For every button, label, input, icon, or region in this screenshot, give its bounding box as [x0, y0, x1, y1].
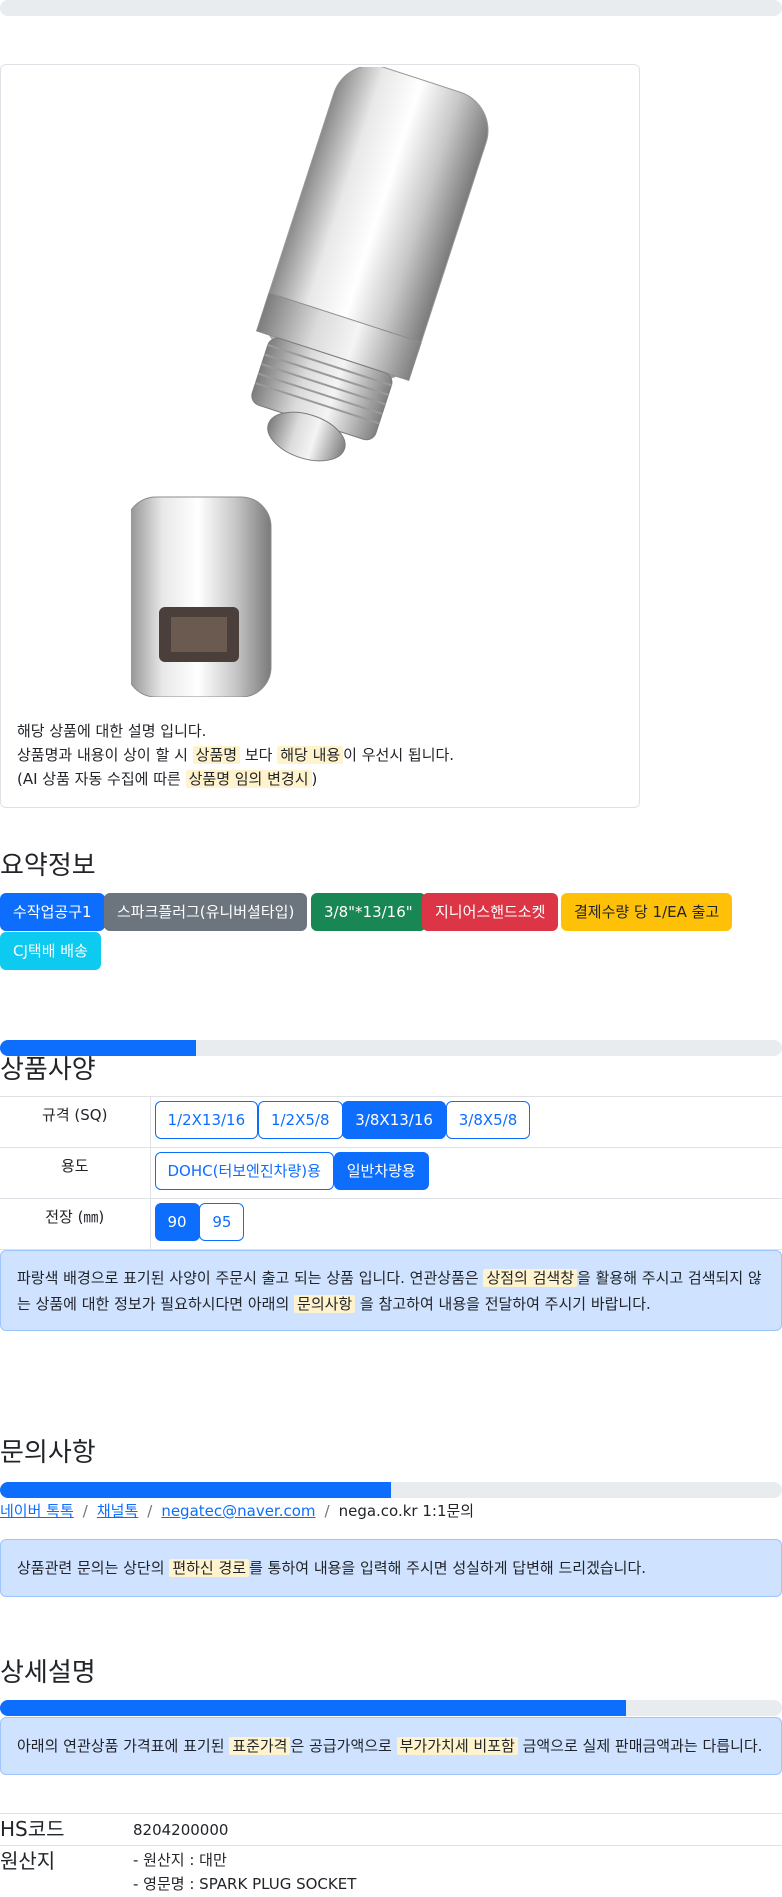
separator: / [82, 1502, 88, 1520]
notice-text: 은 공급가액으로 [290, 1737, 397, 1755]
highlight-product-name: 상품명 [192, 746, 241, 764]
inquiry-progress-fill [0, 1482, 391, 1498]
notice-text: 을 활용해 주시고 검색되지 않 [577, 1269, 762, 1287]
desc-text: 이 우선시 됩니다. [343, 746, 455, 764]
detail-notice: 아래의 연관상품 가격표에 표기된 표준가격 은 공급가액으로 부가가치세 비포함… [0, 1717, 782, 1775]
separator: / [147, 1502, 153, 1520]
notice-text: 상품관련 문의는 상단의 [17, 1559, 170, 1577]
option-button[interactable]: 1/2X5/8 [257, 1101, 343, 1139]
channel-talk-link[interactable]: 채널톡 [97, 1502, 138, 1520]
email-link[interactable]: negatec@naver.com [161, 1502, 315, 1520]
desc-text: ) [311, 770, 318, 788]
notice-text: 를 통하여 내용을 입력해 주시면 성실하게 답변해 드리겠습니다. [249, 1559, 647, 1577]
detail-progress [0, 1700, 782, 1716]
notice-text: 는 상품에 대한 정보가 필요하시다면 아래의 [17, 1295, 295, 1313]
detail-notice-line: 아래의 연관상품 가격표에 표기된 표준가격 은 공급가액으로 부가가치세 비포함… [17, 1733, 765, 1759]
highlight-content: 해당 내용 [277, 746, 344, 764]
origin-value: - 원산지 : 대만 - 영문명 : SPARK PLUG SOCKET [133, 1848, 356, 1896]
tag-type[interactable]: 스파크플러그(유니버셜타입) [104, 893, 308, 931]
product-image [131, 67, 489, 697]
hs-code-value: 8204200000 [133, 1821, 229, 1839]
notice-text: 파랑색 배경으로 표기된 사양이 주문시 출고 되는 상품 입니다. 연관상품은 [17, 1269, 484, 1287]
inquiry-notice: 상품관련 문의는 상단의 편하신 경로 를 통하여 내용을 입력해 주시면 성실하… [0, 1539, 782, 1597]
naver-talk-link[interactable]: 네이버 톡톡 [0, 1502, 74, 1520]
notice-text: 을 참고하여 내용을 전달하여 주시기 바랍니다. [355, 1295, 651, 1313]
spec-row-size: 규격 (SQ) 1/2X13/16 1/2X5/8 3/8X13/16 3/8X… [0, 1096, 782, 1148]
origin-english-name: - 영문명 : SPARK PLUG SOCKET [133, 1875, 357, 1893]
hs-code-label: HS코드 [0, 1817, 65, 1841]
origin-country: - 원산지 : 대만 [133, 1851, 227, 1869]
spec-progress [0, 1040, 782, 1056]
notice-text: 아래의 연관상품 가격표에 표기된 [17, 1737, 230, 1755]
inquiry-progress [0, 1482, 782, 1498]
desc-line-3: (AI 상품 자동 수집에 따른 상품명 임의 변경시) [17, 767, 454, 791]
product-card: 해당 상품에 대한 설명 입니다. 상품명과 내용이 상이 할 시 상품명 보다… [0, 64, 640, 808]
desc-text: 보다 [240, 746, 278, 764]
spec-label: 전장 (㎜) [0, 1198, 151, 1250]
option-button[interactable]: 1/2X13/16 [154, 1101, 259, 1139]
highlight-search: 상점의 검색창 [483, 1269, 578, 1287]
spec-table: 규격 (SQ) 1/2X13/16 1/2X5/8 3/8X13/16 3/8X… [0, 1096, 782, 1250]
spec-notice: 파랑색 배경으로 표기된 사양이 주문시 출고 되는 상품 입니다. 연관상품은… [0, 1250, 782, 1331]
spec-options: 1/2X13/16 1/2X5/8 3/8X13/16 3/8X5/8 [150, 1096, 782, 1148]
option-button-selected[interactable]: 90 [154, 1203, 200, 1241]
option-button[interactable]: 95 [199, 1203, 245, 1241]
spec-notice-line-1: 파랑색 배경으로 표기된 사양이 주문시 출고 되는 상품 입니다. 연관상품은… [17, 1265, 765, 1291]
highlight-name-change: 상품명 임의 변경시 [185, 770, 312, 788]
highlight-inquiry: 문의사항 [294, 1295, 356, 1313]
tag-size[interactable]: 3/8"*13/16" [311, 893, 426, 931]
inquiry-breadcrumb: 네이버 톡톡 / 채널톡 / negatec@naver.com / nega.co.kr … [0, 1500, 474, 1521]
desc-text: 상품명과 내용이 상이 할 시 [17, 746, 193, 764]
hs-code-row: HS코드 8204200000 [0, 1813, 782, 1845]
detail-title: 상세설명 [0, 1658, 96, 1688]
spec-label: 용도 [0, 1147, 151, 1199]
product-description: 해당 상품에 대한 설명 입니다. 상품명과 내용이 상이 할 시 상품명 보다… [17, 719, 454, 791]
option-button-selected[interactable]: 3/8X13/16 [342, 1101, 446, 1139]
spec-title: 상품사양 [0, 1055, 96, 1085]
option-button[interactable]: 3/8X5/8 [445, 1101, 531, 1139]
highlight-standard-price: 표준가격 [229, 1737, 291, 1755]
notice-text: 금액으로 실제 판매금액과는 다릅니다. [517, 1737, 763, 1755]
option-button[interactable]: DOHC(터보엔진차량)용 [154, 1152, 334, 1190]
detail-progress-fill [0, 1700, 626, 1716]
summary-title: 요약정보 [0, 851, 96, 881]
tag-shipping[interactable]: CJ택배 배송 [0, 932, 101, 970]
option-button-selected[interactable]: 일반차량용 [333, 1152, 429, 1190]
spec-row-length: 전장 (㎜) 90 95 [0, 1198, 782, 1250]
inquiry-notice-line: 상품관련 문의는 상단의 편하신 경로 를 통하여 내용을 입력해 주시면 성실하… [17, 1555, 765, 1581]
top-progress-track [0, 0, 782, 16]
desc-line-1: 해당 상품에 대한 설명 입니다. [17, 722, 207, 740]
desc-line-2: 상품명과 내용이 상이 할 시 상품명 보다 해당 내용 이 우선시 됩니다. [17, 743, 454, 767]
origin-label: 원산지 [0, 1849, 56, 1873]
spec-options: DOHC(터보엔진차량)용 일반차량용 [150, 1147, 782, 1199]
desc-text: (AI 상품 자동 수집에 따른 [17, 770, 186, 788]
inquiry-title: 문의사항 [0, 1438, 96, 1468]
highlight-route: 편하신 경로 [169, 1559, 250, 1577]
origin-row: 원산지 - 원산지 : 대만 - 영문명 : SPARK PLUG SOCKET [0, 1845, 782, 1897]
spec-options: 90 95 [150, 1198, 782, 1250]
site-inquiry-text: nega.co.kr 1:1문의 [338, 1502, 475, 1520]
spec-label: 규격 (SQ) [0, 1096, 151, 1148]
spec-notice-line-2: 는 상품에 대한 정보가 필요하시다면 아래의 문의사항 을 참고하여 내용을 … [17, 1291, 765, 1317]
spec-row-usage: 용도 DOHC(터보엔진차량)용 일반차량용 [0, 1147, 782, 1199]
tag-category[interactable]: 수작업공구1 [0, 893, 105, 931]
tag-brand[interactable]: 지니어스핸드소켓 [422, 893, 559, 931]
separator: / [324, 1502, 330, 1520]
tag-quantity[interactable]: 결제수량 당 1/EA 출고 [561, 893, 733, 931]
highlight-vat: 부가가치세 비포함 [396, 1737, 518, 1755]
